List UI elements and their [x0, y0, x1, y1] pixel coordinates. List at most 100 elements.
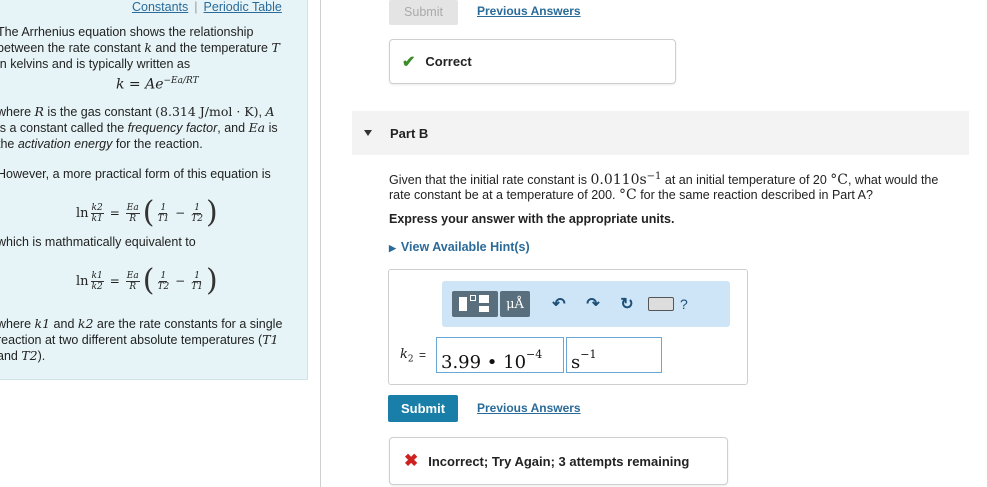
frequency-factor-term: frequency factor	[127, 121, 218, 135]
frac-den: k2	[91, 281, 103, 292]
intro-line3: in kelvins and is typically written as	[0, 57, 191, 71]
unit-input[interactable]: s−1	[566, 337, 662, 373]
answer-variable-label: k2	[400, 347, 414, 365]
where-k-p3: are the rate constants for a single	[93, 317, 283, 331]
minus-sign: −	[175, 274, 186, 288]
previous-answers-link-bottom[interactable]: Previous Answers	[477, 401, 581, 415]
view-hints-link[interactable]: ▶ View Available Hint(s)	[389, 240, 530, 254]
fraction-ea-r: Ea R	[125, 202, 140, 224]
gas-constant-paragraph: where R is the gas constant (8.314 J/mol…	[0, 104, 307, 152]
undo-icon[interactable]: ↶	[544, 291, 574, 317]
checkmark-icon: ✔	[402, 53, 416, 71]
where-k-line3b: ).	[37, 349, 46, 363]
collapse-triangle-icon[interactable]	[364, 130, 372, 136]
ln-symbol: ln	[76, 205, 89, 221]
unit-celsius-2: °C	[619, 187, 637, 204]
frac-den: T2	[157, 281, 170, 292]
var-r: R	[34, 104, 44, 119]
question-a: Given that the initial rate constant is	[389, 173, 591, 188]
frac-den: T1	[191, 281, 203, 292]
var-k: k	[144, 40, 152, 55]
units-button[interactable]: μÅ	[500, 291, 530, 317]
keyboard-icon[interactable]	[648, 297, 674, 311]
incorrect-text: Incorrect; Try Again; 3 attempts remaini…	[428, 453, 690, 469]
periodic-table-link[interactable]: Periodic Table	[204, 0, 282, 14]
submit-button[interactable]: Submit	[388, 395, 458, 422]
hints-label: View Available Hint(s)	[400, 240, 530, 254]
value-input[interactable]: 3.99 • 10−4	[436, 337, 564, 373]
frac-den: T1	[157, 213, 170, 224]
frac-num: 1	[159, 202, 168, 214]
link-separator: |	[194, 0, 198, 14]
equation-ln-k1-k2: ln k1 k2 = Ea R ( 1 T2 − 1 T1 )	[76, 266, 219, 296]
frac-den: k1	[91, 213, 103, 224]
constants-link[interactable]: Constants	[132, 0, 188, 14]
where-r-line3a: the	[0, 137, 15, 151]
fraction-ea-r: Ea R	[125, 271, 140, 292]
right-paren: )	[205, 195, 218, 230]
k-subscript: 2	[407, 354, 414, 365]
frac-den: R	[129, 213, 137, 224]
value-exponent: −4	[526, 348, 543, 361]
unit-text: s	[571, 352, 581, 373]
submit-button-disabled[interactable]: Submit	[389, 0, 458, 25]
frac-num: Ea	[125, 202, 140, 214]
fraction-k1-k2: k1 k2	[90, 270, 104, 292]
where-k-p2: and	[50, 317, 78, 331]
where-r-line3b: for the reaction.	[112, 137, 203, 151]
correct-feedback: ✔ Correct	[389, 39, 676, 84]
left-paren: (	[142, 195, 155, 230]
redo-icon[interactable]: ↷	[578, 291, 608, 317]
where-k-line2a: reaction at two different absolute tempe…	[0, 333, 263, 347]
intro-line1: The Arrhenius equation shows the relatio…	[0, 25, 254, 39]
gas-constant: (8.314 J/mol · K)	[155, 104, 259, 119]
equation-exponent: −Ea/RT	[163, 76, 199, 86]
part-b-header[interactable]: Part B	[352, 111, 969, 155]
ln-symbol: ln	[76, 273, 89, 289]
where-k-p1: where	[0, 317, 35, 331]
fraction-1-t2: 1 T2	[157, 271, 169, 292]
equals-sign: =	[109, 274, 120, 288]
initial-rate-value: 0.0110s	[590, 172, 647, 189]
previous-answers-link-top[interactable]: Previous Answers	[477, 4, 581, 18]
templates-icon[interactable]	[452, 291, 498, 317]
where-r-p1: where	[0, 105, 35, 119]
answer-instruction: Express your answer with the appropriate…	[389, 212, 675, 226]
frac-num: 1	[193, 270, 201, 282]
x-icon: ✖	[404, 451, 419, 470]
var-t1: T1	[262, 332, 279, 347]
minus-sign: −	[175, 206, 186, 220]
var-k1: k1	[34, 316, 51, 331]
fraction-1-t2: 1 T2	[191, 203, 203, 224]
where-r-p2: is the gas constant	[43, 105, 156, 119]
question-b: at an initial temperature of 20	[661, 173, 831, 188]
answer-equals: =	[419, 348, 427, 362]
equivalent-text: which is mathmatically equivalent to	[0, 235, 196, 249]
k-symbol: k	[400, 347, 408, 362]
question-e: for the same reaction described in Part …	[636, 188, 873, 203]
unit-exponent: −1	[580, 348, 597, 361]
frac-num: 1	[159, 270, 168, 282]
incorrect-feedback: ✖ Incorrect; Try Again; 3 attempts remai…	[389, 437, 728, 485]
question-c: , what would the	[848, 173, 939, 188]
fraction-1-t1: 1 T1	[157, 203, 169, 224]
practical-form-text: However, a more practical form of this e…	[0, 167, 271, 181]
frac-num: 1	[193, 202, 201, 214]
var-t2: T2	[21, 348, 38, 363]
math-toolbar: μÅ ↶ ↷ ↻ ?	[442, 281, 730, 327]
rate-constants-paragraph: where k1 and k2 are the rate constants f…	[0, 316, 307, 364]
frac-den: R	[129, 281, 137, 292]
help-icon[interactable]: ?	[680, 296, 688, 312]
fraction-1-t1: 1 T1	[191, 271, 203, 292]
reset-icon[interactable]: ↻	[612, 291, 642, 317]
answer-box: μÅ ↶ ↷ ↻ ? k2 = 3.99 • 10−4 s−1	[388, 269, 748, 385]
intro-line2a: between the rate constant	[0, 41, 145, 55]
column-divider	[320, 0, 321, 487]
where-k-line3a: and	[0, 349, 18, 363]
intro-paragraph: The Arrhenius equation shows the relatio…	[0, 24, 307, 72]
question-d: rate constant be at a temperature of 200…	[389, 188, 620, 203]
part-b-label: Part B	[390, 125, 429, 141]
var-k2: k2	[77, 316, 94, 331]
frac-num: k1	[90, 270, 104, 282]
frac-num: k2	[90, 202, 104, 214]
